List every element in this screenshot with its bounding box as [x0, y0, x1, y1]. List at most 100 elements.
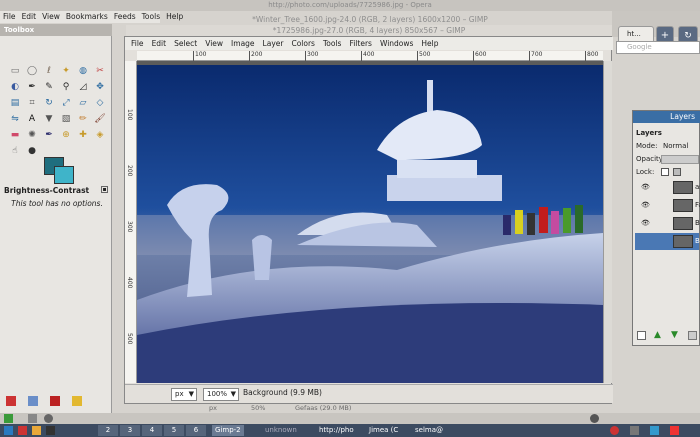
move-tool-icon[interactable]: ✥	[93, 80, 107, 94]
configure-icon[interactable]: ▪	[101, 186, 108, 193]
layer-row-selected[interactable]: Ba	[635, 233, 700, 250]
image-window-title: *1725986.jpg-27.0 (RGB, 4 layers) 850x56…	[126, 25, 612, 36]
vertical-scrollbar[interactable]	[603, 61, 612, 383]
color-select-tool-icon[interactable]: ◍	[76, 64, 90, 78]
ellipse-select-tool-icon[interactable]: ◯	[25, 64, 39, 78]
horizontal-ruler[interactable]: 100 200 300 400 500 600 700 800	[137, 51, 603, 61]
smudge-tool-icon[interactable]: ☝	[8, 144, 22, 158]
foreground-select-tool-icon[interactable]: ◐	[8, 80, 22, 94]
perspective-tool-icon[interactable]: ◇	[93, 96, 107, 110]
terminal-icon[interactable]	[46, 426, 55, 435]
layer-row[interactable]: 👁 as	[635, 179, 700, 196]
workspace-button[interactable]: 6	[186, 425, 206, 436]
scissors-tool-icon[interactable]: ✂	[93, 64, 107, 78]
paintbrush-tool-icon[interactable]: 🖌	[93, 112, 107, 126]
menu-view[interactable]: View	[205, 37, 223, 50]
opacity-slider[interactable]	[661, 155, 699, 164]
taskbar-item-jimea[interactable]: Jimea (C	[366, 425, 401, 436]
taskbar-item-gimp[interactable]: Gimp-2	[212, 425, 244, 436]
fuzzy-select-tool-icon[interactable]: ✦	[59, 64, 73, 78]
paths-tool-icon[interactable]: ✒	[25, 80, 39, 94]
rect-select-tool-icon[interactable]: ▭	[8, 64, 22, 78]
lower-layer-icon[interactable]: ▼	[671, 331, 680, 340]
menu-windows[interactable]: Windows	[380, 37, 413, 50]
reset-options-icon[interactable]	[72, 396, 82, 406]
menu-tools[interactable]: Tools	[323, 37, 341, 50]
search-input[interactable]: Google	[616, 41, 700, 54]
eraser-tool-icon[interactable]: ▬	[8, 128, 22, 142]
eye-icon[interactable]: 👁	[641, 197, 650, 214]
zoom-select[interactable]: 100% ▼	[203, 388, 239, 401]
settings-icon[interactable]	[28, 414, 37, 423]
browser-icon[interactable]	[18, 426, 27, 435]
layer-row[interactable]: 👁 Ba	[635, 215, 700, 232]
duplicate-layer-icon[interactable]	[688, 331, 697, 340]
delete-options-icon[interactable]	[50, 396, 60, 406]
opera-menu-edit[interactable]: Edit	[22, 11, 37, 23]
eye-icon[interactable]: 👁	[641, 215, 650, 232]
lasso-tool-icon[interactable]: ℓ	[42, 64, 56, 78]
save-options-icon[interactable]	[6, 396, 16, 406]
network-icon[interactable]	[650, 426, 659, 435]
pencil-tool-icon[interactable]: ✏	[76, 112, 90, 126]
dodge-burn-tool-icon[interactable]: ●	[25, 144, 39, 158]
bucket-fill-tool-icon[interactable]: ▼	[42, 112, 56, 126]
airbrush-tool-icon[interactable]: ✺	[25, 128, 39, 142]
background-color-swatch[interactable]	[54, 166, 74, 184]
menu-edit[interactable]: Edit	[152, 37, 167, 50]
crop-tool-icon[interactable]: ⌗	[25, 96, 39, 110]
app-menu-icon[interactable]	[4, 414, 13, 423]
power-icon[interactable]	[670, 426, 679, 435]
flip-tool-icon[interactable]: ⇋	[8, 112, 22, 126]
mode-select[interactable]: Normal	[663, 142, 688, 150]
lock-pixels-checkbox[interactable]	[661, 168, 669, 176]
vertical-ruler[interactable]: 100 200 300 400 500	[125, 61, 137, 383]
raise-layer-icon[interactable]: ▲	[654, 331, 663, 340]
menu-help[interactable]: Help	[421, 37, 438, 50]
winter-photo	[137, 65, 603, 383]
zoom-tool-icon[interactable]: ⚲	[59, 80, 73, 94]
layer-row[interactable]: 👁 Fa	[635, 197, 700, 214]
opera-menu-bookmarks[interactable]: Bookmarks	[66, 11, 108, 23]
workspace-button[interactable]: 2	[98, 425, 118, 436]
menu-filters[interactable]: Filters	[349, 37, 371, 50]
restore-options-icon[interactable]	[28, 396, 38, 406]
workspace-button[interactable]: 3	[120, 425, 140, 436]
taskbar-item-opera[interactable]: http://pho	[316, 425, 357, 436]
shear-tool-icon[interactable]: ▱	[76, 96, 90, 110]
eye-icon[interactable]: 👁	[641, 179, 650, 196]
opera-menu-view[interactable]: View	[42, 11, 60, 23]
gear-icon[interactable]	[44, 414, 53, 423]
perspective-clone-tool-icon[interactable]: ◈	[93, 128, 107, 142]
opera-tray-icon[interactable]	[610, 426, 619, 435]
menu-colors[interactable]: Colors	[291, 37, 315, 50]
unit-select[interactable]: px ▼	[171, 388, 197, 401]
taskbar-item-terminal[interactable]: selma@	[412, 425, 446, 436]
workspace-button[interactable]: 5	[164, 425, 184, 436]
workspace-button[interactable]: 4	[142, 425, 162, 436]
menu-select[interactable]: Select	[174, 37, 197, 50]
volume-icon[interactable]	[590, 414, 599, 423]
image-canvas[interactable]	[137, 61, 603, 383]
start-icon[interactable]	[4, 426, 13, 435]
ink-tool-icon[interactable]: ✒	[42, 128, 56, 142]
measure-tool-icon[interactable]: ◿	[76, 80, 90, 94]
lock-alpha-checkbox[interactable]	[673, 168, 681, 176]
text-tool-icon[interactable]: A	[25, 112, 39, 126]
rotate-tool-icon[interactable]: ↻	[42, 96, 56, 110]
taskbar-item-unknown[interactable]: unknown	[262, 425, 300, 436]
heal-tool-icon[interactable]: ✚	[76, 128, 90, 142]
scale-tool-icon[interactable]: ⤢	[59, 96, 73, 110]
blend-tool-icon[interactable]: ▧	[59, 112, 73, 126]
color-picker-tool-icon[interactable]: ✎	[42, 80, 56, 94]
new-layer-icon[interactable]	[637, 331, 646, 340]
opera-menu-file[interactable]: File	[3, 11, 16, 23]
menu-file[interactable]: File	[131, 37, 144, 50]
menu-layer[interactable]: Layer	[263, 37, 284, 50]
clone-tool-icon[interactable]: ⊕	[59, 128, 73, 142]
menu-image[interactable]: Image	[231, 37, 255, 50]
layer-name: Ba	[695, 219, 700, 227]
align-tool-icon[interactable]: ▤	[8, 96, 22, 110]
tray-icon[interactable]	[630, 426, 639, 435]
folder-icon[interactable]	[32, 426, 41, 435]
